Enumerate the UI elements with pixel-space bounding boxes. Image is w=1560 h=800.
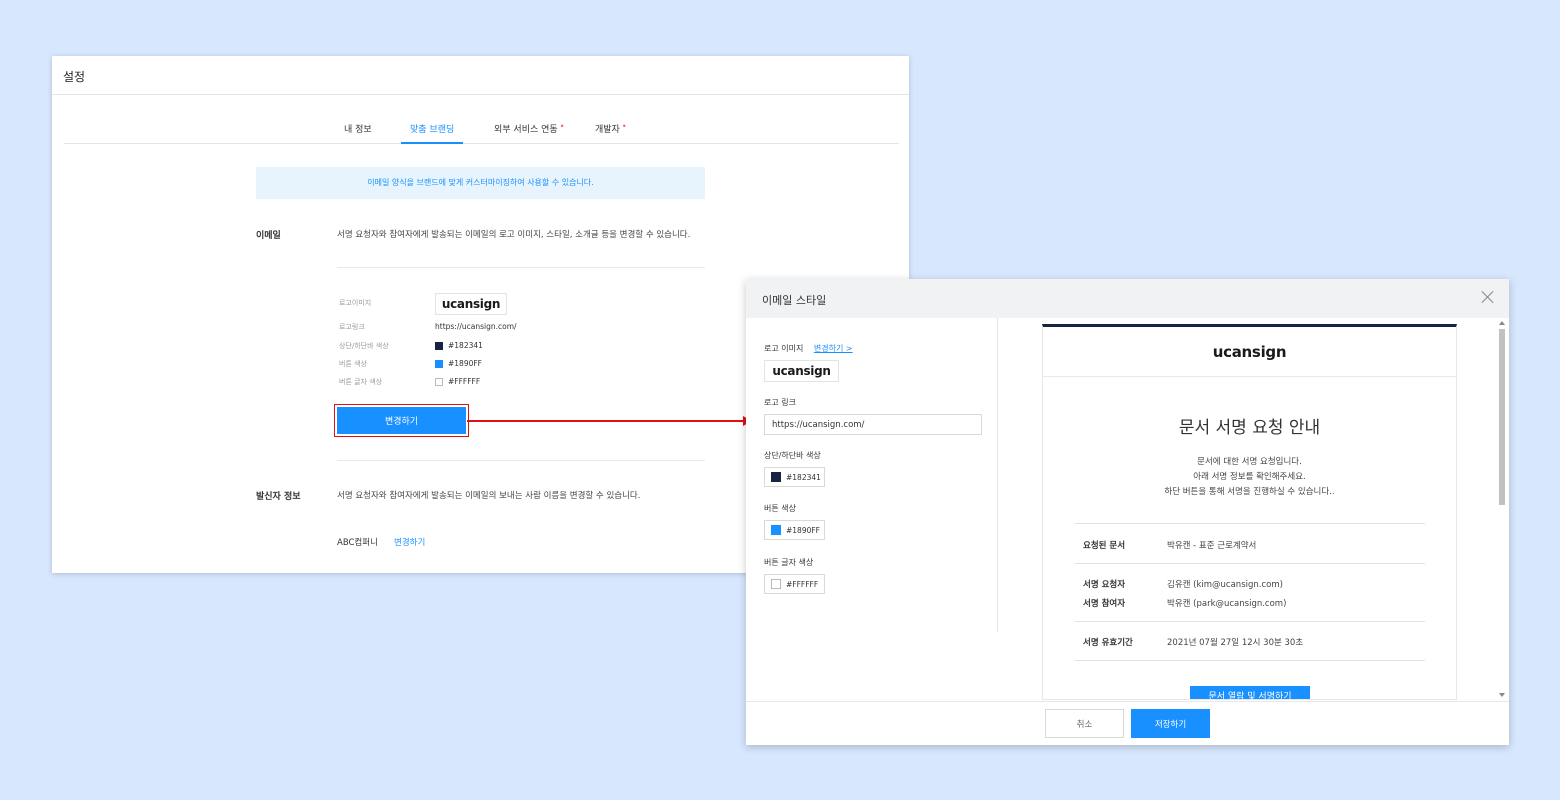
bar-color-label: 상단/하단바 색상 [339,342,389,350]
bar-color-picker[interactable]: #182341 [764,467,825,487]
button-color-label: 버튼 색상 [339,360,367,368]
sender-section-label: 발신자 정보 [256,492,301,502]
divider [337,267,705,268]
preview-title: 문서 서명 요청 안내 [1178,418,1321,438]
cancel-button[interactable]: 취소 [1045,709,1124,738]
button-text-color-label: 버튼 글자 색상 [764,558,814,567]
bar-color-value: #182341 [435,341,483,350]
info-value: 박유캔 - 표준 근로계약서 [1167,541,1257,551]
logo-link-label: 로고 링크 [764,398,796,407]
scroll-thumb[interactable] [1499,329,1505,505]
email-style-modal: 이메일 스타일 로고 이미지 변경하기 > ucansign 로고 링크 htt… [746,279,1509,745]
info-banner: 이메일 양식을 브랜드에 맞게 커스터마이징하여 사용할 수 있습니다. [256,167,705,199]
tab-my-info[interactable]: 내 정보 [344,122,372,135]
logo-link-label: 로고링크 [339,323,365,331]
button-text-color-value: #FFFFFF [435,377,480,386]
arrow-line [467,420,744,422]
color-swatch [435,341,443,350]
settings-title: 설정 [52,56,909,95]
logo-link-value: https://ucansign.com/ [435,322,517,331]
info-key: 서명 유효기간 [1083,638,1133,648]
modal-footer: 취소 저장하기 [746,701,1509,745]
ucansign-logo: ucansign [1212,342,1287,361]
logo-link-input[interactable]: https://ucansign.com/ [764,414,982,435]
sender-name: ABC컴퍼니 [337,538,378,548]
scroll-down-icon[interactable] [1499,693,1505,697]
logo-preview: ucansign [764,360,839,382]
preview-message-line: 아래 서명 정보를 확인해주세요. [1193,472,1306,482]
info-value: 박유캔 (park@ucansign.com) [1167,599,1287,609]
active-tab-indicator [401,142,464,144]
divider [1075,563,1425,564]
ucansign-logo: ucansign [772,364,831,378]
color-swatch [435,377,443,386]
divider [1075,621,1425,622]
bar-color-label: 상단/하단바 색상 [764,451,821,460]
scroll-up-icon[interactable] [1499,321,1505,325]
style-form: 로고 이미지 변경하기 > ucansign 로고 링크 https://uca… [746,318,998,632]
logo-image-label: 로고 이미지 변경하기 > [764,344,853,353]
divider [1075,523,1425,524]
preview-message-line: 하단 버튼을 통해 서명을 진행하실 수 있습니다.. [1164,487,1335,497]
logo-change-link[interactable]: 변경하기 > [814,344,853,353]
button-color-value: #1890FF [435,359,482,368]
button-color-label: 버튼 색상 [764,504,796,513]
logo-image: ucansign [435,293,507,315]
button-color-picker[interactable]: #1890FF [764,520,825,540]
email-preview: ucansign 문서 서명 요청 안내 문서에 대한 서명 요청입니다. 아래… [1042,324,1457,700]
color-swatch [771,525,781,535]
info-value: 2021년 07월 27일 12시 30분 30초 [1167,638,1304,648]
email-change-button[interactable]: 변경하기 [337,407,466,434]
button-text-color-label: 버튼 글자 색상 [339,378,383,386]
modal-title: 이메일 스타일 [762,294,827,307]
tab-custom-branding[interactable]: 맞춤 브랜딩 [401,122,464,144]
color-swatch [771,472,781,482]
info-value: 김유캔 (kim@ucansign.com) [1167,580,1283,590]
color-swatch [435,359,443,368]
modal-header: 이메일 스타일 [746,279,1509,318]
tab-external-services[interactable]: 외부 서비스 연동 • [494,122,564,135]
email-section-desc: 서명 요청자와 참여자에게 발송되는 이메일의 로고 이미지, 스타일, 소개글… [337,230,691,240]
info-key: 서명 요청자 [1083,580,1126,590]
info-key: 서명 참여자 [1083,599,1126,609]
save-button[interactable]: 저장하기 [1131,709,1210,738]
ucansign-logo: ucansign [441,297,501,311]
divider [1075,660,1425,661]
tab-developer[interactable]: 개발자 • [595,122,627,135]
divider [337,460,705,461]
button-text-color-picker[interactable]: #FFFFFF [764,574,825,594]
preview-message-line: 문서에 대한 서명 요청입니다. [1197,457,1302,467]
preview-scrollbar[interactable] [1498,321,1506,697]
settings-tabs: 내 정보 맞춤 브랜딩 외부 서비스 연동 • 개발자 • [64,116,899,144]
new-badge: • [621,122,627,131]
color-swatch [771,579,781,589]
close-icon[interactable] [1481,290,1495,304]
sender-change-link[interactable]: 변경하기 [394,536,425,548]
logo-image-label: 로고이미지 [339,299,372,307]
info-key: 요청된 문서 [1083,541,1126,551]
email-section-label: 이메일 [256,231,281,241]
preview-header: ucansign [1043,327,1456,377]
preview-sign-button: 문서 열람 및 서명하기 [1190,686,1310,699]
highlight-box: 변경하기 [334,404,469,437]
sender-section-desc: 서명 요청자와 참여자에게 발송되는 이메일의 보내는 사람 이름을 변경할 수… [337,491,641,501]
new-badge: • [559,122,565,131]
